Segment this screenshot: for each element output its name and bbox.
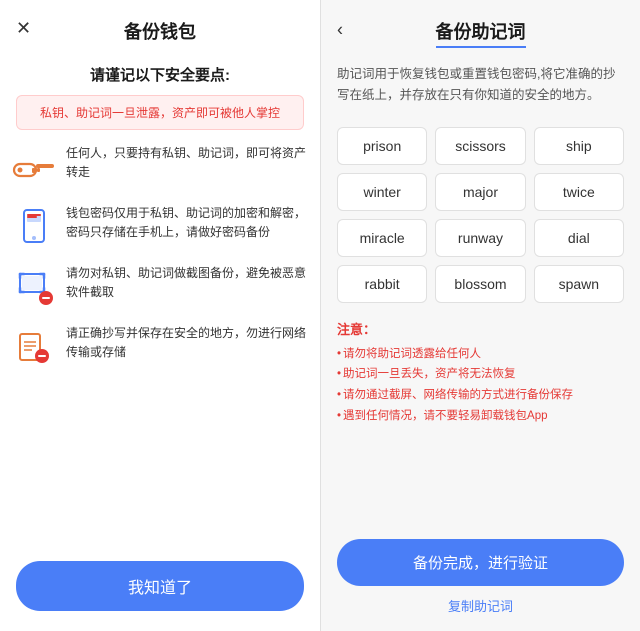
mnemonic-word-12: spawn xyxy=(534,265,624,303)
right-panel-title: 备份助记词 xyxy=(436,18,526,48)
screenshot-icon xyxy=(12,264,56,308)
mnemonic-description: 助记词用于恢复钱包或重置钱包密码,将它准确的抄写在纸上，并存放在只有你知道的安全… xyxy=(321,60,640,119)
mnemonic-word-10: rabbit xyxy=(337,265,427,303)
security-text-1: 任何人，只要持有私钥、助记词，即可将资产转走 xyxy=(66,144,308,182)
mnemonic-grid: prison scissors ship winter major twice … xyxy=(321,119,640,315)
note-item-3: • 请勿通过截屏、网络传输的方式进行备份保存 xyxy=(337,385,624,406)
mnemonic-word-3: ship xyxy=(534,127,624,165)
left-subtitle: 请谨记以下安全要点: xyxy=(90,64,230,85)
security-item-4: 请正确抄写并保存在安全的地方，勿进行网络传输或存储 xyxy=(12,324,308,368)
app-container: ✕ 备份钱包 请谨记以下安全要点: 私钥、助记词一旦泄露，资产即可被他人掌控 任… xyxy=(0,0,640,631)
right-header: ‹ 备份助记词 xyxy=(321,0,640,60)
backup-complete-button[interactable]: 备份完成，进行验证 xyxy=(337,539,624,586)
security-list: 任何人，只要持有私钥、助记词，即可将资产转走 钱包密码仅用于私钥、助记词的加密和… xyxy=(0,144,320,549)
security-item-1: 任何人，只要持有私钥、助记词，即可将资产转走 xyxy=(12,144,308,188)
close-icon[interactable]: ✕ xyxy=(16,19,31,37)
warning-banner: 私钥、助记词一旦泄露，资产即可被他人掌控 xyxy=(16,95,304,130)
mnemonic-word-8: runway xyxy=(435,219,525,257)
security-text-4: 请正确抄写并保存在安全的地方，勿进行网络传输或存储 xyxy=(66,324,308,362)
mnemonic-word-9: dial xyxy=(534,219,624,257)
notes-title: 注意： xyxy=(337,319,624,338)
mnemonic-word-1: prison xyxy=(337,127,427,165)
mnemonic-word-4: winter xyxy=(337,173,427,211)
note-item-4: • 遇到任何情况，请不要轻易卸载钱包App xyxy=(337,406,624,427)
notes-section: 注意： • 请勿将助记词透露给任何人 • 助记词一旦丢失，资产将无法恢复 • 请… xyxy=(321,315,640,530)
left-header: ✕ 备份钱包 xyxy=(0,0,320,56)
phone-icon xyxy=(12,204,56,248)
security-text-3: 请勿对私钥、助记词做截图备份，避免被恶意软件截取 xyxy=(66,264,308,302)
mnemonic-word-11: blossom xyxy=(435,265,525,303)
note-item-2: • 助记词一旦丢失，资产将无法恢复 xyxy=(337,364,624,385)
right-bottom: 备份完成，进行验证 复制助记词 xyxy=(321,529,640,631)
back-icon[interactable]: ‹ xyxy=(337,20,343,41)
security-item-2: 钱包密码仅用于私钥、助记词的加密和解密，密码只存储在手机上，请做好密码备份 xyxy=(12,204,308,248)
mnemonic-word-5: major xyxy=(435,173,525,211)
copy-mnemonic-link[interactable]: 复制助记词 xyxy=(337,596,624,625)
save-icon xyxy=(12,324,56,368)
left-panel: ✕ 备份钱包 请谨记以下安全要点: 私钥、助记词一旦泄露，资产即可被他人掌控 任… xyxy=(0,0,320,631)
i-understand-button[interactable]: 我知道了 xyxy=(16,561,304,611)
mnemonic-word-6: twice xyxy=(534,173,624,211)
key-icon xyxy=(12,144,56,188)
security-item-3: 请勿对私钥、助记词做截图备份，避免被恶意软件截取 xyxy=(12,264,308,308)
left-panel-title: 备份钱包 xyxy=(124,18,196,44)
right-panel: ‹ 备份助记词 助记词用于恢复钱包或重置钱包密码,将它准确的抄写在纸上，并存放在… xyxy=(320,0,640,631)
left-bottom: 我知道了 xyxy=(0,549,320,631)
note-item-1: • 请勿将助记词透露给任何人 xyxy=(337,344,624,365)
mnemonic-word-2: scissors xyxy=(435,127,525,165)
security-text-2: 钱包密码仅用于私钥、助记词的加密和解密，密码只存储在手机上，请做好密码备份 xyxy=(66,204,308,242)
mnemonic-word-7: miracle xyxy=(337,219,427,257)
